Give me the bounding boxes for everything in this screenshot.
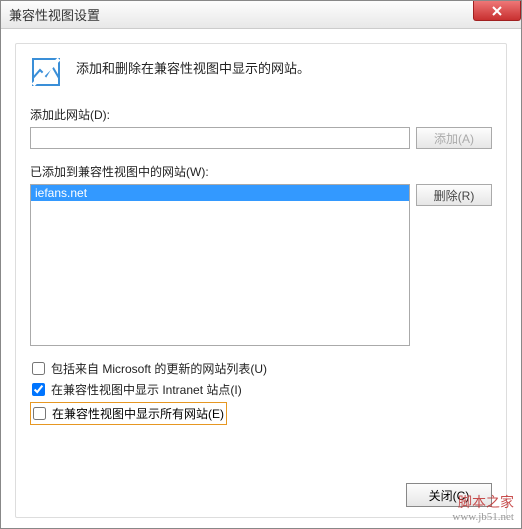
checkbox-intranet-label[interactable]: 在兼容性视图中显示 Intranet 站点(I): [51, 381, 242, 398]
header-row: 添加和删除在兼容性视图中显示的网站。: [30, 56, 492, 88]
titlebar: 兼容性视图设置: [1, 1, 521, 29]
close-icon: [492, 6, 502, 16]
window-title: 兼容性视图设置: [9, 5, 100, 24]
checkbox-intranet-row: 在兼容性视图中显示 Intranet 站点(I): [30, 381, 492, 398]
list-row: iefans.net 删除(R): [30, 184, 492, 346]
compat-view-icon: [30, 56, 62, 88]
add-website-label: 添加此网站(D):: [30, 106, 492, 123]
content-area: 添加和删除在兼容性视图中显示的网站。 添加此网站(D): 添加(A) 已添加到兼…: [1, 29, 521, 528]
list-label: 已添加到兼容性视图中的网站(W):: [30, 163, 492, 180]
checkbox-all-sites[interactable]: [33, 407, 46, 420]
remove-button[interactable]: 删除(R): [416, 184, 492, 206]
checkbox-intranet[interactable]: [32, 383, 45, 396]
main-panel: 添加和删除在兼容性视图中显示的网站。 添加此网站(D): 添加(A) 已添加到兼…: [15, 43, 507, 518]
window-close-button[interactable]: [473, 1, 521, 21]
checkbox-all-sites-label[interactable]: 在兼容性视图中显示所有网站(E): [52, 405, 224, 422]
add-row: 添加(A): [30, 127, 492, 149]
checkbox-ms-list[interactable]: [32, 362, 45, 375]
websites-listbox[interactable]: iefans.net: [30, 184, 410, 346]
list-item[interactable]: iefans.net: [31, 185, 409, 201]
checkbox-ms-list-label[interactable]: 包括来自 Microsoft 的更新的网站列表(U): [51, 360, 267, 377]
checkbox-ms-list-row: 包括来自 Microsoft 的更新的网站列表(U): [30, 360, 492, 377]
bottom-row: 关闭(C): [406, 483, 492, 507]
header-description: 添加和删除在兼容性视图中显示的网站。: [76, 56, 310, 77]
add-button[interactable]: 添加(A): [416, 127, 492, 149]
close-button[interactable]: 关闭(C): [406, 483, 492, 507]
dialog-window: 兼容性视图设置 添加和删除在兼容性视图中显示的网站。 添加此网站(D): 添加(…: [0, 0, 522, 529]
add-website-input[interactable]: [30, 127, 410, 149]
checkbox-all-sites-row: 在兼容性视图中显示所有网站(E): [30, 402, 227, 425]
